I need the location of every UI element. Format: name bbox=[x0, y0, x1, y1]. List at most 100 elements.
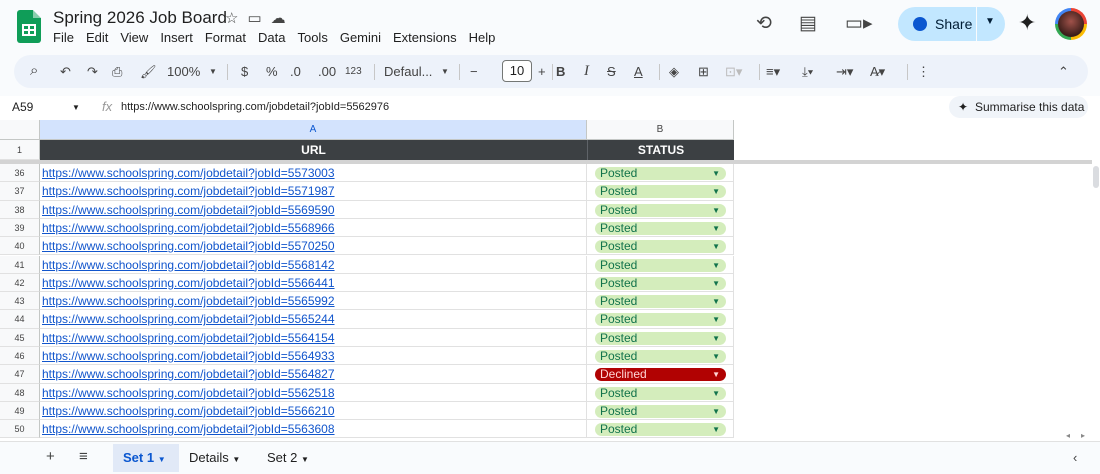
status-cell[interactable]: Posted ▼ bbox=[587, 420, 734, 439]
zoom-chevron-down-icon[interactable]: ▼ bbox=[209, 67, 217, 76]
star-icon[interactable]: ☆ bbox=[225, 9, 238, 27]
job-link[interactable]: https://www.schoolspring.com/jobdetail?j… bbox=[42, 184, 335, 198]
header-cell-url[interactable]: URL bbox=[40, 140, 587, 160]
job-link[interactable]: https://www.schoolspring.com/jobdetail?j… bbox=[42, 404, 335, 418]
job-link[interactable]: https://www.schoolspring.com/jobdetail?j… bbox=[42, 276, 335, 290]
text-color-icon[interactable]: A bbox=[634, 64, 643, 79]
status-cell[interactable]: Posted ▼ bbox=[587, 328, 734, 347]
job-link[interactable]: https://www.schoolspring.com/jobdetail?j… bbox=[42, 294, 335, 308]
status-dropdown-chip[interactable]: Posted ▼ bbox=[595, 386, 726, 400]
sheet-tab-set-2[interactable]: Set 2 ▼ bbox=[257, 444, 319, 472]
row-number[interactable]: 43 bbox=[0, 292, 40, 311]
status-cell[interactable]: Posted ▼ bbox=[587, 401, 734, 421]
row-number[interactable]: 42 bbox=[0, 273, 40, 293]
status-dropdown-chip[interactable]: Posted ▼ bbox=[595, 185, 726, 199]
percent-format-button[interactable]: % bbox=[266, 64, 278, 79]
decrease-decimal-button[interactable]: .0 bbox=[290, 64, 301, 79]
status-dropdown-chip[interactable]: Posted ▼ bbox=[595, 258, 726, 272]
job-link[interactable]: https://www.schoolspring.com/jobdetail?j… bbox=[42, 349, 335, 363]
increase-font-size-icon[interactable]: + bbox=[538, 64, 546, 79]
url-cell[interactable]: https://www.schoolspring.com/jobdetail?j… bbox=[40, 383, 587, 402]
row-number[interactable]: 47 bbox=[0, 365, 40, 384]
vertical-scrollbar[interactable] bbox=[1092, 160, 1100, 441]
status-dropdown-chip[interactable]: Posted ▼ bbox=[595, 404, 726, 418]
status-cell[interactable]: Posted ▼ bbox=[587, 273, 734, 293]
url-cell[interactable]: https://www.schoolspring.com/jobdetail?j… bbox=[40, 347, 587, 366]
gemini-sparkle-icon[interactable]: ✦ bbox=[1018, 10, 1036, 36]
font-select[interactable]: Defaul... bbox=[384, 64, 432, 79]
url-cell[interactable]: https://www.schoolspring.com/jobdetail?j… bbox=[40, 218, 587, 238]
status-cell[interactable]: Posted ▼ bbox=[587, 347, 734, 366]
job-link[interactable]: https://www.schoolspring.com/jobdetail?j… bbox=[42, 239, 335, 253]
undo-icon[interactable]: ↶ bbox=[60, 64, 71, 80]
job-link[interactable]: https://www.schoolspring.com/jobdetail?j… bbox=[42, 203, 335, 217]
menu-view[interactable]: View bbox=[120, 30, 148, 45]
status-dropdown-chip[interactable]: Posted ▼ bbox=[595, 295, 726, 309]
job-link[interactable]: https://www.schoolspring.com/jobdetail?j… bbox=[42, 221, 335, 235]
meet-video-icon[interactable]: ▭▸ bbox=[845, 12, 873, 35]
status-dropdown-chip[interactable]: Posted ▼ bbox=[595, 221, 726, 235]
job-link[interactable]: https://www.schoolspring.com/jobdetail?j… bbox=[42, 166, 335, 180]
collapse-menu-icon[interactable]: ⌃ bbox=[1058, 64, 1069, 80]
url-cell[interactable]: https://www.schoolspring.com/jobdetail?j… bbox=[40, 255, 587, 274]
url-cell[interactable]: https://www.schoolspring.com/jobdetail?j… bbox=[40, 182, 587, 201]
select-all-corner[interactable] bbox=[0, 120, 40, 140]
url-cell[interactable]: https://www.schoolspring.com/jobdetail?j… bbox=[40, 273, 587, 293]
cloud-status-icon[interactable]: ☁ bbox=[271, 9, 286, 27]
paint-format-icon[interactable]: 🖌 bbox=[140, 64, 157, 80]
menu-extensions[interactable]: Extensions bbox=[393, 30, 457, 45]
collapse-side-panel-icon[interactable]: ‹ bbox=[1073, 450, 1077, 465]
strikethrough-icon[interactable]: S bbox=[607, 64, 616, 79]
job-link[interactable]: https://www.schoolspring.com/jobdetail?j… bbox=[42, 312, 335, 326]
job-link[interactable]: https://www.schoolspring.com/jobdetail?j… bbox=[42, 386, 335, 400]
status-cell[interactable]: Posted ▼ bbox=[587, 292, 734, 311]
status-cell[interactable]: Posted ▼ bbox=[587, 200, 734, 219]
font-size-input[interactable]: 10 bbox=[502, 60, 532, 82]
currency-format-button[interactable]: $ bbox=[241, 64, 248, 79]
url-cell[interactable]: https://www.schoolspring.com/jobdetail?j… bbox=[40, 164, 587, 183]
menu-file[interactable]: File bbox=[53, 30, 74, 45]
status-cell[interactable]: Posted ▼ bbox=[587, 218, 734, 238]
row-number[interactable]: 49 bbox=[0, 401, 40, 421]
row-number[interactable]: 45 bbox=[0, 328, 40, 347]
search-menus-icon[interactable]: ⌕ bbox=[30, 62, 38, 79]
number-format-button[interactable]: 123 bbox=[345, 66, 362, 77]
row-number[interactable]: 48 bbox=[0, 383, 40, 402]
status-cell[interactable]: Posted ▼ bbox=[587, 310, 734, 329]
status-dropdown-chip[interactable]: Posted ▼ bbox=[595, 203, 726, 217]
merge-cells-icon[interactable]: ⊡▾ bbox=[725, 64, 742, 80]
comments-icon[interactable]: ▤ bbox=[799, 12, 817, 35]
url-cell[interactable]: https://www.schoolspring.com/jobdetail?j… bbox=[40, 200, 587, 219]
url-cell[interactable]: https://www.schoolspring.com/jobdetail?j… bbox=[40, 237, 587, 256]
row-number[interactable]: 39 bbox=[0, 218, 40, 238]
account-avatar[interactable] bbox=[1055, 8, 1087, 40]
text-rotation-icon[interactable]: A̷▾ bbox=[870, 64, 885, 80]
header-cell-status[interactable]: STATUS bbox=[587, 140, 734, 160]
row-number[interactable]: 38 bbox=[0, 200, 40, 219]
name-box-chevron-down-icon[interactable]: ▼ bbox=[72, 103, 80, 112]
sheet-tab-set-1[interactable]: Set 1 ▼ bbox=[113, 444, 179, 472]
status-dropdown-chip[interactable]: Posted ▼ bbox=[595, 313, 726, 327]
row-number[interactable]: 50 bbox=[0, 420, 40, 439]
print-icon[interactable]: ⎙ bbox=[112, 64, 122, 80]
menu-data[interactable]: Data bbox=[258, 30, 285, 45]
url-cell[interactable]: https://www.schoolspring.com/jobdetail?j… bbox=[40, 420, 587, 439]
more-options-icon[interactable]: ⋮ bbox=[917, 64, 930, 80]
menu-help[interactable]: Help bbox=[469, 30, 496, 45]
url-cell[interactable]: https://www.schoolspring.com/jobdetail?j… bbox=[40, 310, 587, 329]
url-cell[interactable]: https://www.schoolspring.com/jobdetail?j… bbox=[40, 401, 587, 421]
status-dropdown-chip[interactable]: Declined ▼ bbox=[595, 368, 726, 382]
row-number[interactable]: 37 bbox=[0, 182, 40, 201]
version-history-icon[interactable]: ⟲ bbox=[756, 12, 772, 35]
vertical-scroll-thumb[interactable] bbox=[1093, 166, 1099, 188]
row-number[interactable]: 44 bbox=[0, 310, 40, 329]
status-cell[interactable]: Posted ▼ bbox=[587, 255, 734, 274]
scroll-right-icon[interactable]: ▸ bbox=[1081, 431, 1085, 440]
share-dropdown-icon[interactable]: ▼ bbox=[985, 16, 995, 27]
summarise-data-button[interactable]: ✦ Summarise this data bbox=[949, 96, 1088, 118]
italic-icon[interactable]: I bbox=[584, 63, 589, 80]
status-cell[interactable]: Posted ▼ bbox=[587, 164, 734, 183]
name-box[interactable]: A59 bbox=[12, 100, 33, 114]
status-cell[interactable]: Posted ▼ bbox=[587, 182, 734, 201]
status-dropdown-chip[interactable]: Posted ▼ bbox=[595, 240, 726, 254]
